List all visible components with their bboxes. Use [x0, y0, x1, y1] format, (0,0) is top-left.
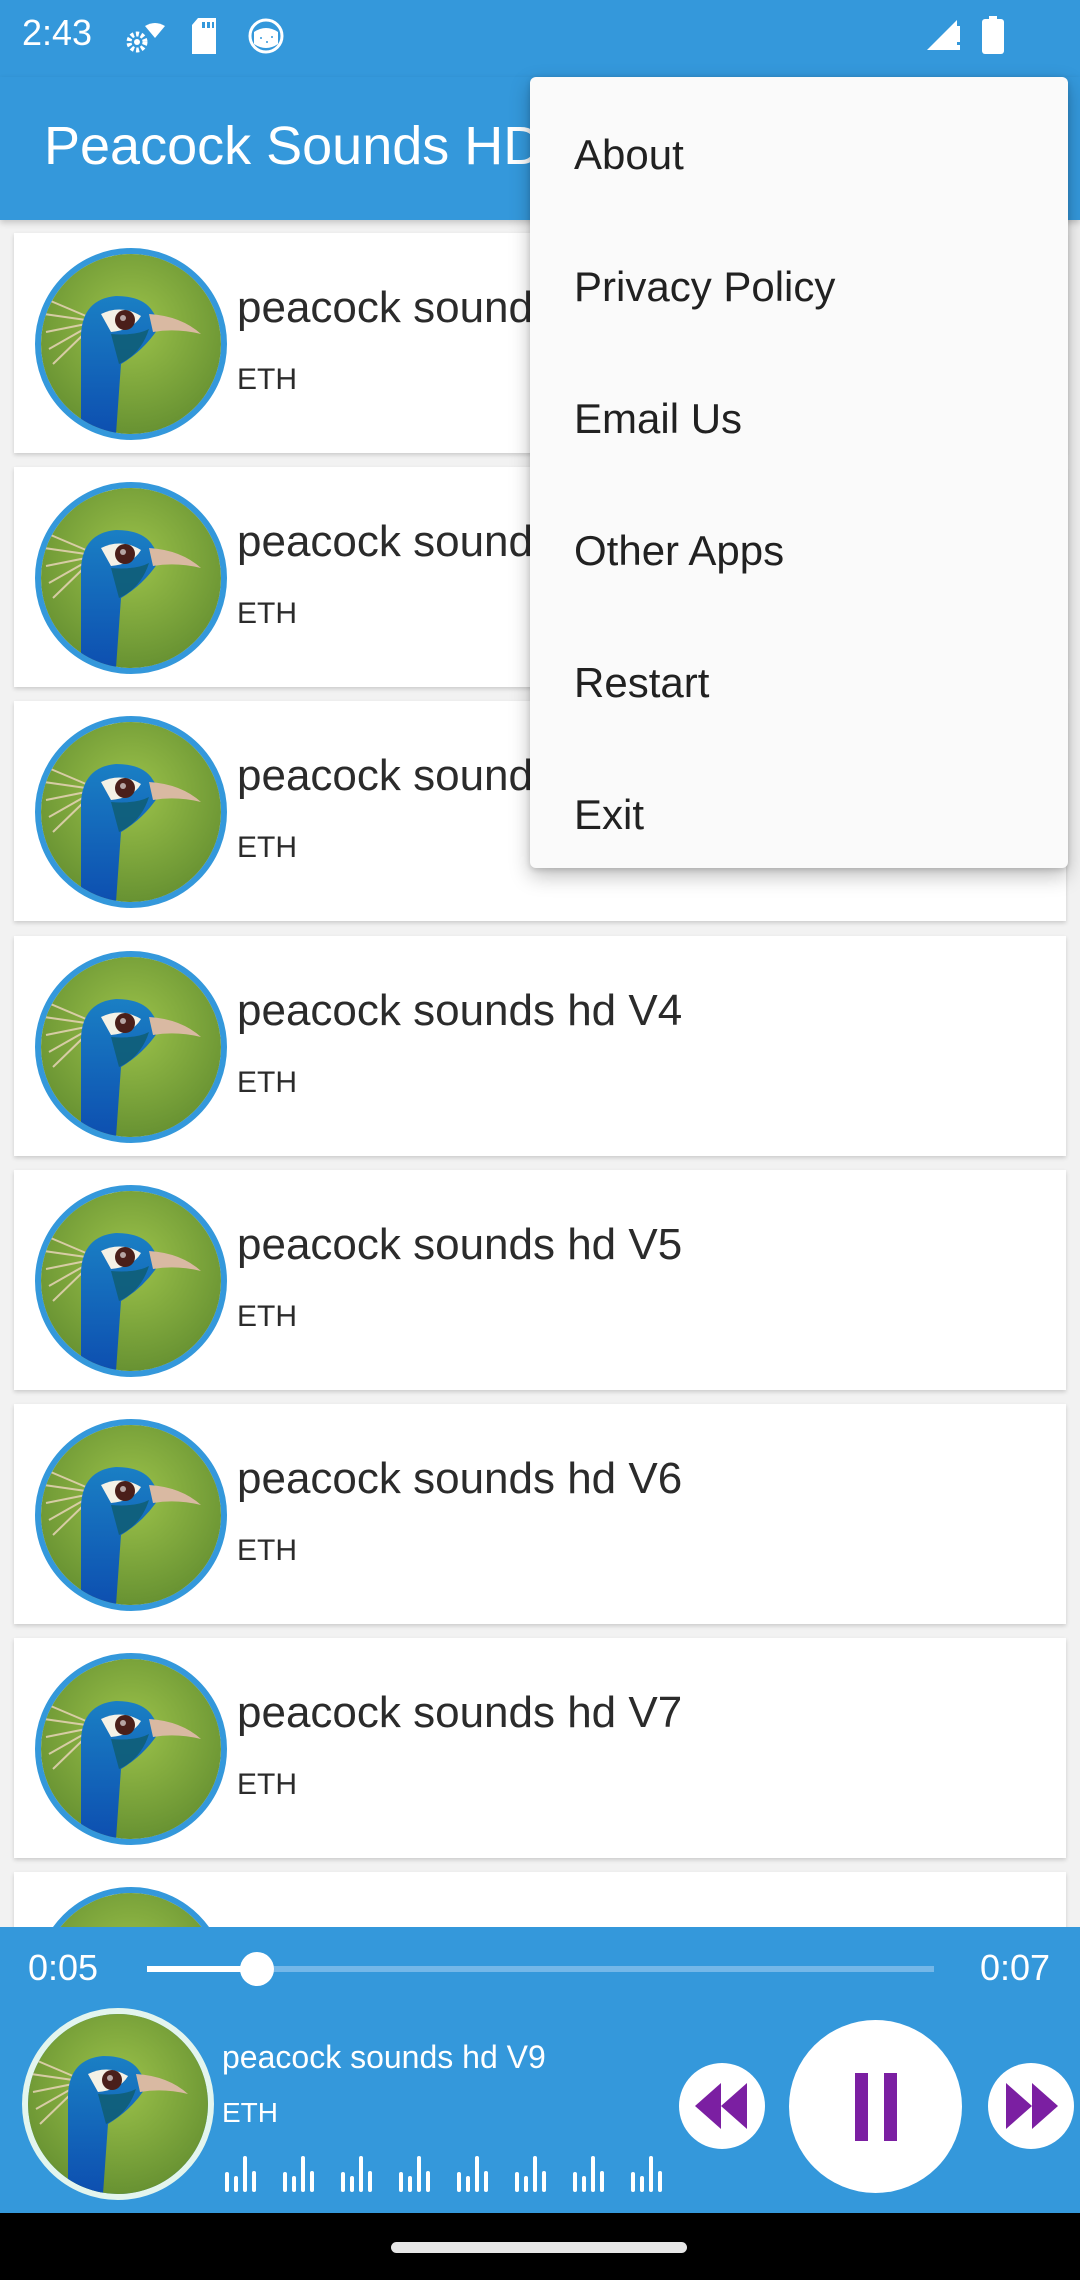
equalizer-bar	[341, 2172, 345, 2192]
equalizer-bar	[649, 2156, 653, 2192]
battery-icon	[982, 16, 1004, 59]
track-artist: ETH	[237, 1066, 297, 1099]
track-title: peacock sound	[237, 751, 533, 800]
menu-item-other-apps[interactable]: Other Apps	[530, 485, 1068, 617]
track-artist: ETH	[237, 363, 297, 396]
rewind-button[interactable]	[679, 2063, 765, 2149]
status-bar: 2:43	[0, 0, 1080, 77]
equalizer-bar	[457, 2172, 461, 2192]
track-artist: ETH	[237, 597, 297, 630]
equalizer-bar	[582, 2176, 586, 2192]
equalizer-bar	[542, 2171, 546, 2192]
track-item[interactable]: peacock sounds hd V5 ETH	[14, 1170, 1066, 1390]
equalizer-bar	[640, 2176, 644, 2192]
seek-thumb[interactable]	[240, 1952, 275, 1986]
equalizer-bar	[399, 2172, 403, 2192]
track-artist: ETH	[237, 1768, 297, 1801]
equalizer-animation	[225, 2156, 665, 2192]
equalizer-bar	[301, 2156, 305, 2192]
equalizer-bar	[368, 2171, 372, 2192]
peacock-avatar	[35, 1185, 227, 1377]
equalizer-bar	[573, 2172, 577, 2192]
equalizer-bar	[252, 2171, 256, 2192]
equalizer-bar	[631, 2172, 635, 2192]
android-app-icon	[248, 18, 284, 59]
equalizer-bar	[283, 2172, 287, 2192]
track-title: peacock sounds hd V7	[237, 1688, 683, 1737]
equalizer-bar	[292, 2176, 296, 2192]
equalizer-bar	[243, 2156, 247, 2192]
rewind-icon	[695, 2083, 747, 2129]
equalizer-bar	[310, 2171, 314, 2192]
menu-item-privacy-policy[interactable]: Privacy Policy	[530, 221, 1068, 353]
app-title: Peacock Sounds HD	[44, 116, 543, 176]
equalizer-bar	[600, 2171, 604, 2192]
fast-forward-button[interactable]	[988, 2063, 1074, 2149]
seek-bar[interactable]	[147, 1952, 934, 1986]
pause-icon	[854, 2072, 897, 2141]
menu-item-exit[interactable]: Exit	[530, 749, 1068, 881]
mini-player: 0:05 0:07 peacock sounds hd V9 ETH	[0, 1927, 1080, 2213]
equalizer-bar	[533, 2156, 537, 2192]
track-title: peacock sounds hd V6	[237, 1454, 683, 1503]
equalizer-bar	[225, 2172, 229, 2192]
track-title: peacock sounds hd V5	[237, 1220, 683, 1269]
peacock-avatar	[35, 1653, 227, 1845]
track-artist: ETH	[237, 1300, 297, 1333]
track-item[interactable]	[14, 1872, 1066, 1927]
settings-wifi-icon	[125, 18, 165, 59]
menu-item-restart[interactable]: Restart	[530, 617, 1068, 749]
track-title: peacock sound	[237, 283, 533, 332]
equalizer-bar	[350, 2176, 354, 2192]
track-artist: ETH	[237, 831, 297, 864]
duration-time: 0:07	[980, 1947, 1051, 1988]
now-playing-artist: ETH	[222, 2097, 278, 2128]
track-title: peacock sound	[237, 517, 533, 566]
status-time: 2:43	[22, 12, 93, 53]
equalizer-bar	[524, 2176, 528, 2192]
peacock-avatar	[35, 716, 227, 908]
track-artist: ETH	[237, 1534, 297, 1567]
elapsed-time: 0:05	[28, 1947, 99, 1988]
track-item[interactable]: peacock sounds hd V4 ETH	[14, 936, 1066, 1156]
navigation-bar	[0, 2213, 1080, 2280]
equalizer-bar	[408, 2176, 412, 2192]
peacock-avatar	[35, 482, 227, 674]
equalizer-bar	[658, 2171, 662, 2192]
sd-card-icon	[190, 18, 218, 59]
equalizer-bar	[417, 2156, 421, 2192]
equalizer-bar	[466, 2176, 470, 2192]
signal-alert-icon	[927, 16, 963, 59]
equalizer-bar	[426, 2171, 430, 2192]
now-playing-avatar	[22, 2008, 214, 2200]
overflow-menu: About Privacy Policy Email Us Other Apps…	[530, 77, 1068, 868]
equalizer-bar	[591, 2156, 595, 2192]
peacock-avatar	[35, 951, 227, 1143]
peacock-avatar	[35, 1419, 227, 1611]
equalizer-bar	[475, 2156, 479, 2192]
track-item[interactable]: peacock sounds hd V6 ETH	[14, 1404, 1066, 1624]
menu-item-email-us[interactable]: Email Us	[530, 353, 1068, 485]
equalizer-bar	[484, 2171, 488, 2192]
track-title: peacock sounds hd V4	[237, 986, 683, 1035]
peacock-avatar	[35, 248, 227, 440]
equalizer-bar	[359, 2156, 363, 2192]
menu-item-about[interactable]: About	[530, 89, 1068, 221]
equalizer-bar	[234, 2176, 238, 2192]
fast-forward-icon	[1006, 2083, 1058, 2129]
now-playing-title: peacock sounds hd V9	[222, 2039, 546, 2075]
pause-button[interactable]	[789, 2020, 962, 2193]
peacock-avatar	[35, 1887, 227, 1927]
track-item[interactable]: peacock sounds hd V7 ETH	[14, 1638, 1066, 1858]
home-gesture-handle[interactable]	[391, 2242, 687, 2253]
equalizer-bar	[515, 2172, 519, 2192]
